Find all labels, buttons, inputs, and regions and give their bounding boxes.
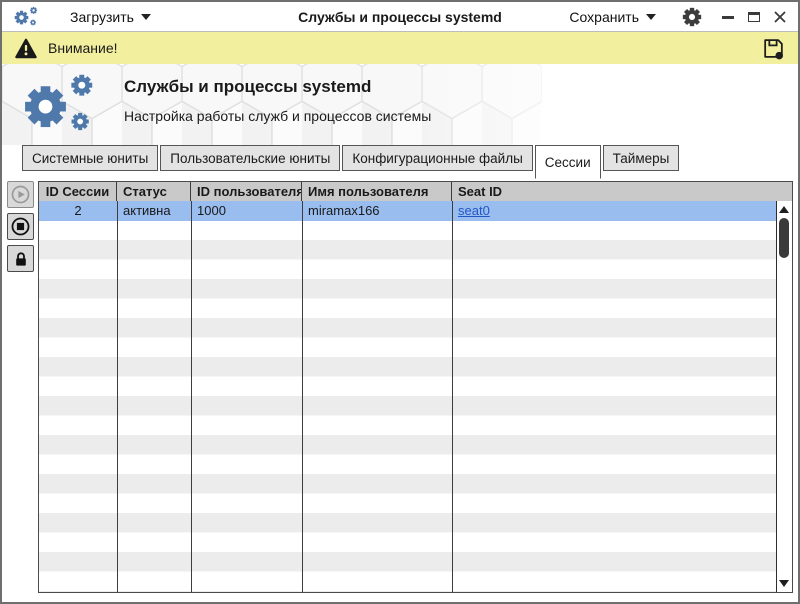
chevron-down-icon [646, 13, 656, 20]
table-body: 2 активна 1000 miramax166 seat0 [39, 201, 776, 592]
gears-icon [12, 6, 42, 28]
tab-label: Системные юниты [32, 150, 149, 166]
tab-timers[interactable]: Таймеры [602, 145, 680, 171]
minimize-icon [722, 16, 734, 19]
play-circle-icon [11, 185, 30, 204]
column-header-seat-id[interactable]: Seat ID [452, 182, 792, 201]
maximize-button[interactable] [746, 9, 762, 25]
cell-user-id: 1000 [197, 203, 226, 219]
tab-config-files[interactable]: Конфигурационные файлы [342, 145, 533, 171]
stop-session-button[interactable] [7, 213, 34, 240]
app-window: Загрузить Службы и процессы systemd Сохр… [0, 0, 800, 604]
column-header-user-name[interactable]: Имя пользователя [302, 182, 452, 201]
warning-triangle-icon [15, 38, 37, 58]
save-menu-label: Сохранить [569, 8, 639, 25]
scrollbar-thumb[interactable] [779, 218, 789, 258]
lock-icon [15, 251, 26, 266]
column-divider [191, 201, 192, 592]
tab-user-units[interactable]: Пользовательские юниты [160, 145, 341, 171]
tab-bar: Системные юниты Пользовательские юниты К… [22, 145, 681, 179]
scroll-up-icon[interactable] [779, 206, 789, 213]
close-button[interactable] [772, 9, 788, 25]
vertical-scrollbar[interactable] [776, 201, 792, 592]
gear-icon [682, 7, 702, 26]
scroll-down-icon[interactable] [779, 580, 789, 587]
save-file-button[interactable] [761, 36, 786, 61]
titlebar: Загрузить Службы и процессы systemd Сохр… [2, 2, 798, 32]
table-header-row: ID Сессии Статус ID пользователя Имя пол… [39, 182, 792, 201]
load-menu-button[interactable]: Загрузить [66, 6, 155, 28]
column-header-user-id[interactable]: ID пользователя [191, 182, 302, 201]
page-title: Службы и процессы systemd [124, 77, 372, 96]
page-subtitle: Настройка работы служб и процессов систе… [124, 108, 432, 124]
settings-button[interactable] [682, 7, 702, 27]
tab-label: Конфигурационные файлы [352, 150, 523, 166]
chevron-down-icon [140, 13, 151, 20]
column-header-status[interactable]: Статус [117, 182, 191, 201]
lock-session-button[interactable] [7, 245, 34, 272]
sessions-table: ID Сессии Статус ID пользователя Имя пол… [38, 181, 793, 593]
close-icon [774, 10, 786, 23]
maximize-icon [748, 11, 760, 22]
column-divider [302, 201, 303, 592]
tab-system-units[interactable]: Системные юниты [22, 145, 159, 171]
cell-user-name: miramax166 [308, 203, 380, 219]
header-banner: Службы и процессы systemd Настройка рабо… [2, 64, 798, 145]
column-divider [452, 201, 453, 592]
table-row[interactable]: 2 активна 1000 miramax166 seat0 [39, 201, 776, 221]
tab-label: Таймеры [612, 150, 670, 166]
floppy-disk-icon [764, 38, 783, 59]
stop-circle-icon [11, 217, 30, 236]
minimize-button[interactable] [720, 9, 736, 25]
warning-bar: Внимание! [2, 32, 798, 64]
cell-status: активна [123, 203, 171, 219]
tab-sessions[interactable]: Сессии [534, 145, 601, 179]
gears-logo [18, 72, 106, 143]
seat-id-link[interactable]: seat0 [458, 203, 490, 218]
load-menu-label: Загрузить [70, 8, 134, 25]
tab-label: Сессии [544, 154, 591, 170]
column-divider [117, 201, 118, 592]
session-actions-toolbar [7, 181, 34, 272]
tab-label: Пользовательские юниты [170, 150, 331, 166]
save-menu-button[interactable]: Сохранить [565, 6, 660, 28]
cell-session-id: 2 [74, 203, 82, 219]
warning-text: Внимание! [48, 40, 118, 56]
start-session-button[interactable] [7, 181, 34, 208]
column-header-session-id[interactable]: ID Сессии [39, 182, 117, 201]
